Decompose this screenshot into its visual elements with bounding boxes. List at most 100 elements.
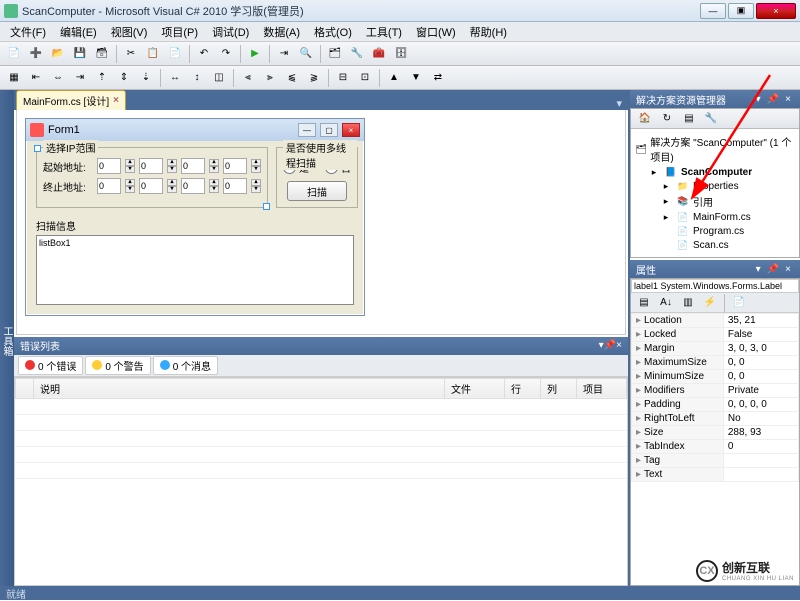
form-close-icon[interactable]: × (342, 123, 360, 137)
end-ip-octet-4[interactable]: 0 (223, 178, 247, 194)
error-list-table[interactable]: 说明 文件 行 列 项目 (15, 378, 627, 479)
design-surface[interactable]: Form1 — ▢ × 选择IP范围 起始地址: 0▴▾ 0▴▾ 0▴ (16, 110, 626, 335)
center-v-icon[interactable]: ⊡ (355, 68, 375, 88)
col-column[interactable]: 列 (541, 378, 577, 398)
property-row[interactable]: ▸MinimumSize0, 0 (632, 370, 799, 384)
menu-file[interactable]: 文件(F) (4, 23, 52, 41)
groupbox-ip-range[interactable]: 选择IP范围 起始地址: 0▴▾ 0▴▾ 0▴▾ 0▴▾ 终止地址: 0▴▾ (36, 147, 268, 208)
toolbox-strip[interactable]: 工具箱 (0, 90, 14, 586)
align-bottom-icon[interactable]: ⇣ (136, 68, 156, 88)
redo-icon[interactable]: ↷ (216, 44, 236, 64)
alphabetical-icon[interactable]: A↓ (656, 293, 676, 313)
start-ip-octet-2[interactable]: 0 (139, 158, 163, 174)
copy-icon[interactable]: 📋 (143, 44, 163, 64)
events-icon[interactable]: ⚡ (700, 293, 720, 313)
property-row[interactable]: ▸ModifiersPrivate (632, 384, 799, 398)
align-middle-icon[interactable]: ⇕ (114, 68, 134, 88)
solution-explorer-icon[interactable]: 🗂 (325, 44, 345, 64)
open-icon[interactable]: 📂 (48, 44, 68, 64)
menu-help[interactable]: 帮助(H) (464, 23, 513, 41)
hspace-inc-icon[interactable]: ⫸ (260, 68, 280, 88)
menu-edit[interactable]: 编辑(E) (54, 23, 103, 41)
run-icon[interactable]: ▶ (245, 44, 265, 64)
tab-order-icon[interactable]: ⇄ (428, 68, 448, 88)
find-icon[interactable]: 🔍 (296, 44, 316, 64)
property-row[interactable]: ▸Tag (632, 454, 799, 468)
align-top-icon[interactable]: ⇡ (92, 68, 112, 88)
bring-front-icon[interactable]: ▲ (384, 68, 404, 88)
step-icon[interactable]: ⇥ (274, 44, 294, 64)
paste-icon[interactable]: 📄 (165, 44, 185, 64)
panel-dropdown-icon[interactable]: ▾ (753, 264, 764, 275)
properties-node[interactable]: ▸📁Properties (635, 179, 795, 193)
col-icon[interactable] (16, 378, 34, 398)
sln-showall-icon[interactable]: ▤ (679, 109, 699, 129)
panel-close-icon[interactable]: × (782, 264, 794, 275)
undo-icon[interactable]: ↶ (194, 44, 214, 64)
send-back-icon[interactable]: ▼ (406, 68, 426, 88)
add-item-icon[interactable]: ➕ (26, 44, 46, 64)
panel-close-icon[interactable]: × (616, 340, 622, 351)
property-row[interactable]: ▸MaximumSize0, 0 (632, 356, 799, 370)
close-button[interactable]: × (756, 3, 796, 19)
solution-root[interactable]: 🗂解决方案 "ScanComputer" (1 个项目) (635, 133, 795, 165)
start-ip-octet-4[interactable]: 0 (223, 158, 247, 174)
property-row[interactable]: ▸TabIndex0 (632, 440, 799, 454)
menu-format[interactable]: 格式(O) (308, 23, 358, 41)
property-row[interactable]: ▸Size288, 93 (632, 426, 799, 440)
save-all-icon[interactable]: 🗃 (92, 44, 112, 64)
align-center-icon[interactable]: ⇔ (48, 68, 68, 88)
col-file[interactable]: 文件 (445, 378, 505, 398)
minimize-button[interactable]: — (700, 3, 726, 19)
properties-icon[interactable]: 🔧 (347, 44, 367, 64)
col-line[interactable]: 行 (505, 378, 541, 398)
properties-selector[interactable] (631, 279, 799, 293)
tab-mainform-design[interactable]: MainForm.cs [设计] × (16, 90, 126, 110)
end-ip-octet-1[interactable]: 0 (97, 178, 121, 194)
properties-grid[interactable]: ▸Location35, 21▸LockedFalse▸Margin3, 0, … (631, 313, 799, 482)
same-size-icon[interactable]: ◫ (209, 68, 229, 88)
end-ip-octet-3[interactable]: 0 (181, 178, 205, 194)
same-height-icon[interactable]: ↕ (187, 68, 207, 88)
maximize-button[interactable]: ▣ (728, 3, 754, 19)
align-left-icon[interactable]: ⇤ (26, 68, 46, 88)
start-ip-octet-1[interactable]: 0 (97, 158, 121, 174)
save-icon[interactable]: 💾 (70, 44, 90, 64)
property-row[interactable]: ▸LockedFalse (632, 328, 799, 342)
sln-properties-icon[interactable]: 🔧 (701, 109, 721, 129)
align-right-icon[interactable]: ⇥ (70, 68, 90, 88)
listbox[interactable]: listBox1 (36, 235, 354, 305)
col-description[interactable]: 说明 (34, 378, 445, 398)
form-min-icon[interactable]: — (298, 123, 316, 137)
hspace-equal-icon[interactable]: ⫷ (238, 68, 258, 88)
menu-tools[interactable]: 工具(T) (360, 23, 408, 41)
panel-pin-icon[interactable]: 📌 (764, 94, 782, 105)
menu-view[interactable]: 视图(V) (105, 23, 154, 41)
col-project[interactable]: 项目 (577, 378, 627, 398)
cut-icon[interactable]: ✂ (121, 44, 141, 64)
align-grid-icon[interactable]: ▦ (4, 68, 24, 88)
new-project-icon[interactable]: 📄 (4, 44, 24, 64)
toolbox-icon[interactable]: 🧰 (369, 44, 389, 64)
menu-window[interactable]: 窗口(W) (410, 23, 462, 41)
messages-filter-button[interactable]: 0 个消息 (153, 356, 218, 375)
spin-up-icon[interactable]: ▴ (125, 159, 135, 166)
references-node[interactable]: ▸📚引用 (635, 193, 795, 210)
same-width-icon[interactable]: ↔ (165, 68, 185, 88)
start-ip-octet-3[interactable]: 0 (181, 158, 205, 174)
panel-close-icon[interactable]: × (782, 94, 794, 105)
menu-project[interactable]: 项目(P) (155, 23, 204, 41)
prop-info-icon[interactable]: 📄 (729, 293, 749, 313)
scan-button[interactable]: 扫描 (287, 181, 347, 201)
tab-dropdown-icon[interactable]: ▾ (610, 97, 628, 110)
db-icon[interactable]: 🗄 (391, 44, 411, 64)
warnings-filter-button[interactable]: 0 个警告 (85, 356, 150, 375)
property-row[interactable]: ▸Location35, 21 (632, 314, 799, 328)
program-node[interactable]: 📄Program.cs (635, 224, 795, 238)
panel-pin-icon[interactable]: 📌 (764, 264, 782, 275)
vspace-inc-icon[interactable]: ⫺ (304, 68, 324, 88)
property-row[interactable]: ▸RightToLeftNo (632, 412, 799, 426)
mainform-node[interactable]: ▸📄MainForm.cs (635, 210, 795, 224)
project-node[interactable]: ▸📘ScanComputer (635, 165, 795, 179)
errors-filter-button[interactable]: 0 个错误 (18, 356, 83, 375)
